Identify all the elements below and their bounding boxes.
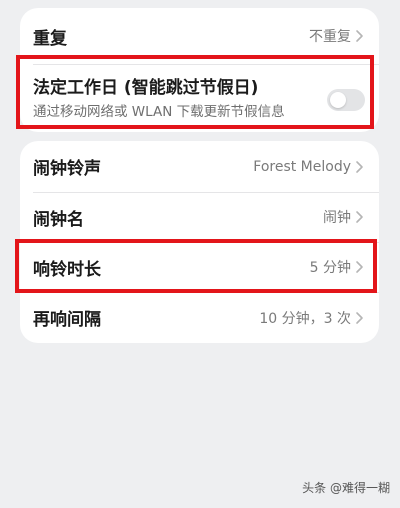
snooze-interval-value: 10 分钟，3 次: [259, 310, 351, 327]
chevron-right-icon: [356, 261, 363, 273]
statutory-workday-toggle[interactable]: [327, 89, 365, 111]
repeat-row[interactable]: 重复 不重复: [20, 8, 379, 64]
chevron-right-icon: [356, 211, 363, 223]
repeat-value: 不重复: [309, 29, 351, 45]
ringtone-value: Forest Melody: [253, 158, 351, 175]
alarm-name-value: 闹钟: [323, 210, 351, 226]
ring-duration-value: 5 分钟: [309, 260, 351, 276]
watermark: 头条 @难得一糊: [302, 481, 390, 495]
chevron-right-icon: [356, 311, 363, 324]
ringtone-row[interactable]: 闹钟铃声 Forest Melody: [20, 141, 379, 192]
ringtone-label: 闹钟铃声: [33, 159, 101, 179]
settings-card-repeat-holiday: 重复 不重复 法定工作日 (智能跳过节假日) 通过移动网络或 WLAN 下载更新…: [20, 8, 379, 132]
statutory-workday-row[interactable]: 法定工作日 (智能跳过节假日) 通过移动网络或 WLAN 下载更新节假信息: [20, 64, 379, 132]
chevron-right-icon: [356, 30, 363, 42]
alarm-name-row[interactable]: 闹钟名 闹钟: [20, 192, 379, 242]
ring-duration-row[interactable]: 响铃时长 5 分钟: [20, 242, 379, 292]
snooze-interval-row[interactable]: 再响间隔 10 分钟，3 次: [20, 292, 379, 343]
settings-card-alarm-options: 闹钟铃声 Forest Melody 闹钟名 闹钟 响铃时长 5 分钟 再响间隔…: [20, 141, 379, 343]
repeat-label: 重复: [33, 28, 67, 49]
toggle-knob: [330, 92, 346, 108]
statutory-workday-label: 法定工作日 (智能跳过节假日): [33, 78, 259, 98]
alarm-name-label: 闹钟名: [33, 209, 84, 230]
chevron-right-icon: [356, 160, 363, 173]
snooze-interval-label: 再响间隔: [33, 310, 101, 330]
statutory-workday-description: 通过移动网络或 WLAN 下载更新节假信息: [33, 104, 285, 120]
ring-duration-label: 响铃时长: [33, 259, 101, 280]
